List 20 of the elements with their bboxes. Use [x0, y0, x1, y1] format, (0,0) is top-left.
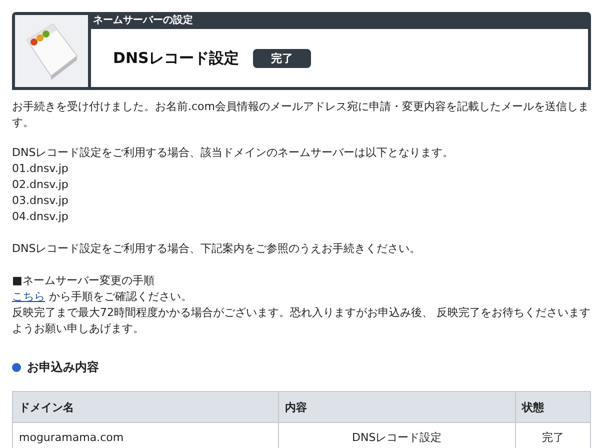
- intro-text: お手続きを受け付けました。お名前.com会員情報のメールアドレス宛に申請・変更内容を記載したメールを送信します。: [12, 99, 590, 131]
- guide-text: DNSレコード設定をご利用する場合、下記案内をご参照のうえお手続きください。: [12, 241, 422, 257]
- column-header: ドメイン名: [12, 392, 278, 422]
- procedure-heading: ■ネームサーバー変更の手順: [12, 273, 156, 289]
- page-title: DNSレコード設定: [113, 48, 239, 68]
- column-header: 状態: [515, 392, 590, 422]
- section-heading: お申込み内容: [27, 359, 99, 376]
- status-badge: 完了: [252, 48, 311, 68]
- table-cell: moguramama.com: [12, 422, 278, 448]
- nameserver-text: 03.dnsv.jp: [12, 193, 70, 209]
- link-instruction: から手順をご確認ください。: [49, 290, 192, 303]
- nameserver-text: 01.dnsv.jp: [12, 161, 70, 177]
- bullet-icon: [12, 363, 21, 372]
- column-header: 内容: [278, 392, 516, 422]
- nameserver-note: DNSレコード設定をご利用する場合、該当ドメインのネームサーバーは以下となります。: [12, 145, 455, 161]
- here-link[interactable]: こちら: [12, 290, 45, 303]
- notice-text: 反映完了まで最大72時間程度かかる場合がございます。恐れ入りますがお申込み後、 反映完了をお待ちくださいますようお願い申しあげます。: [12, 305, 591, 337]
- nameserver-text: 02.dnsv.jp: [12, 177, 70, 193]
- section-title: ネームサーバーの設定: [91, 15, 588, 29]
- nameserver-text: 04.dnsv.jp: [12, 209, 70, 225]
